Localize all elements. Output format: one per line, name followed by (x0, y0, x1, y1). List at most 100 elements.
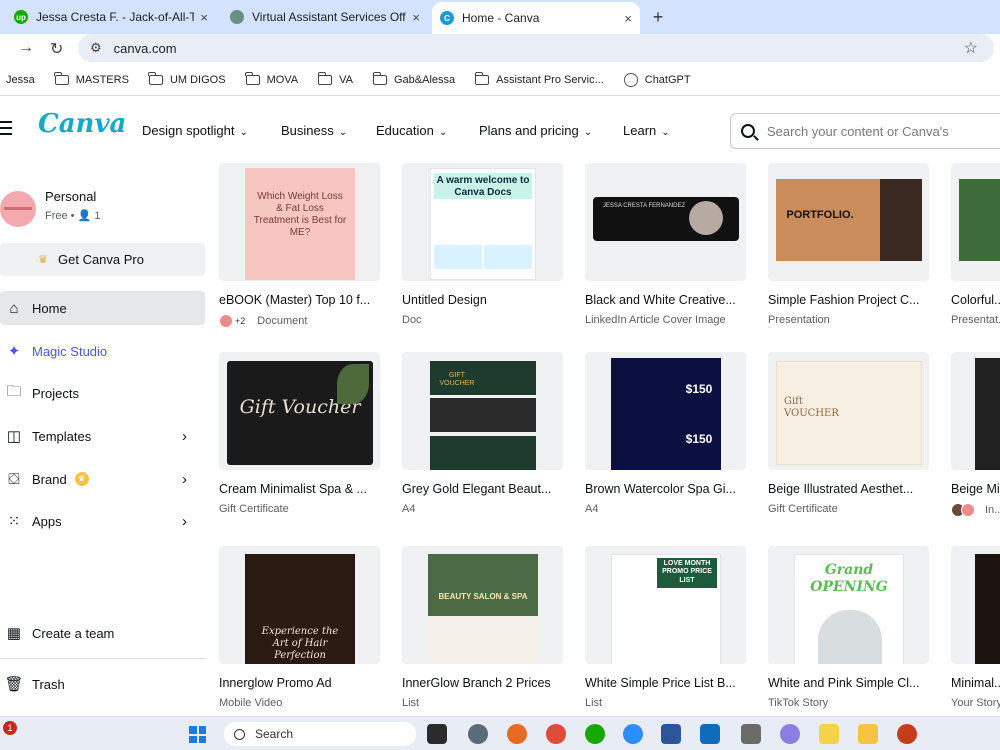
sidebar-item-create-team[interactable]: ▦ Create a team (0, 616, 205, 650)
chrome-icon[interactable] (546, 724, 566, 744)
powerpoint-icon[interactable] (897, 724, 917, 744)
bookmark-star-icon[interactable]: ☆ (964, 38, 978, 58)
design-title[interactable]: Innerglow Promo Ad (219, 676, 380, 690)
bookmark-mova[interactable]: MOVA (245, 71, 298, 86)
design-thumbnail[interactable]: A warm welcome to Canva Docs (402, 163, 563, 281)
design-thumbnail[interactable]: Experience the Art of Hair Perfection (219, 546, 380, 664)
sticky-notes-icon[interactable] (819, 724, 839, 744)
bookmark-jessa[interactable]: Jessa (6, 74, 35, 86)
sidebar-item-projects[interactable]: 🗀 Projects (0, 376, 205, 410)
menu-icon[interactable] (0, 121, 12, 139)
design-title[interactable]: Cream Minimalist Spa & ... (219, 482, 380, 496)
design-thumbnail[interactable]: Which Weight Loss & Fat Loss Treatment i… (219, 163, 380, 281)
design-thumbnail[interactable]: $150 $150 (585, 352, 746, 470)
design-card[interactable]: Experience the Art of Hair Perfection In… (219, 546, 380, 709)
design-card[interactable]: PORTFOLIO. Simple Fashion Project C... P… (768, 163, 929, 326)
design-card[interactable]: Minimal... Your Story (951, 546, 1000, 709)
new-tab-button[interactable]: + (648, 0, 668, 34)
design-card[interactable]: BEAUTY SALON & SPA InnerGlow Branch 2 Pr… (402, 546, 563, 709)
nav-design-spotlight[interactable]: Design spotlight ⌄ (142, 123, 248, 138)
bookmark-masters[interactable]: MASTERS (54, 71, 129, 86)
nav-business[interactable]: Business ⌄ (281, 123, 347, 138)
task-view-icon[interactable] (427, 724, 447, 744)
design-thumbnail[interactable] (951, 352, 1000, 470)
design-card[interactable]: Beige Mi... In... (951, 352, 1000, 517)
bookmark-gab-alessa[interactable]: Gab&Alessa (372, 71, 455, 86)
outlook-icon[interactable] (700, 724, 720, 744)
nav-education[interactable]: Education ⌄ (376, 123, 447, 138)
design-card[interactable]: A warm welcome to Canva Docs Untitled De… (402, 163, 563, 326)
tab-canva-home[interactable]: C Home - Canva × (432, 2, 640, 34)
firefox-icon[interactable] (507, 724, 527, 744)
url-text[interactable]: canva.com (114, 41, 964, 56)
bookmark-um-digos[interactable]: UM DIGOS (148, 71, 226, 86)
settings-icon[interactable] (468, 724, 488, 744)
close-icon[interactable]: × (412, 10, 420, 25)
design-thumbnail[interactable]: BEAUTY SALON & SPA (402, 546, 563, 664)
copilot-icon[interactable] (780, 724, 800, 744)
address-bar[interactable]: ⚙ canva.com ☆ (78, 34, 994, 62)
search-input[interactable] (767, 123, 997, 139)
nav-learn[interactable]: Learn ⌄ (623, 123, 670, 138)
design-card[interactable]: Gift Voucher Cream Minimalist Spa & ... … (219, 352, 380, 515)
design-card[interactable]: $150 $150 Brown Watercolor Spa Gi... A4 (585, 352, 746, 515)
design-title[interactable]: eBOOK (Master) Top 10 f... (219, 293, 380, 307)
upwork-icon[interactable] (585, 724, 605, 744)
calculator-icon[interactable] (741, 724, 761, 744)
design-card[interactable]: LOVE MONTH PROMO PRICE LIST White Simple… (585, 546, 746, 709)
get-canva-pro-button[interactable]: ♛ Get Canva Pro (0, 243, 205, 276)
tab-va-services[interactable]: Virtual Assistant Services Offere × (222, 0, 428, 34)
design-thumbnail[interactable]: Gift VOUCHER (768, 352, 929, 470)
design-card[interactable]: Gift VOUCHER Beige Illustrated Aesthet..… (768, 352, 929, 515)
design-card[interactable]: JESSA CRESTA FERNANDEZ Black and White C… (585, 163, 746, 326)
bookmark-va[interactable]: VA (317, 71, 353, 86)
file-explorer-icon[interactable] (858, 724, 878, 744)
design-thumbnail[interactable] (951, 163, 1000, 281)
search-box[interactable] (730, 113, 1000, 149)
design-title[interactable]: White Simple Price List B... (585, 676, 746, 690)
avatar[interactable] (0, 191, 36, 227)
sidebar-item-home[interactable]: ⌂ Home (0, 291, 205, 325)
design-thumbnail[interactable] (951, 546, 1000, 664)
design-title[interactable]: Minimal... (951, 676, 1000, 690)
design-title[interactable]: Black and White Creative... (585, 293, 746, 307)
design-card[interactable]: Which Weight Loss & Fat Loss Treatment i… (219, 163, 380, 328)
forward-icon[interactable]: → (18, 39, 34, 57)
sidebar-item-apps[interactable]: ⁙ Apps › (0, 504, 205, 538)
sidebar-item-templates[interactable]: ◫ Templates › (0, 419, 205, 453)
nav-plans-pricing[interactable]: Plans and pricing ⌄ (479, 123, 592, 138)
account-switcher[interactable]: Personal Free • 👤 1 (0, 189, 210, 233)
reload-icon[interactable]: ↻ (50, 39, 63, 59)
sidebar-item-magic-studio[interactable]: ✦ Magic Studio (0, 334, 205, 368)
design-title[interactable]: Beige Mi... (951, 482, 1000, 496)
design-title[interactable]: Grey Gold Elegant Beaut... (402, 482, 563, 496)
design-title[interactable]: White and Pink Simple Cl... (768, 676, 929, 690)
windows-start-icon[interactable] (189, 726, 206, 743)
sidebar-item-brand[interactable]: ⛋ Brand ♛ › (0, 462, 205, 496)
design-title[interactable]: Untitled Design (402, 293, 563, 307)
design-title[interactable]: Brown Watercolor Spa Gi... (585, 482, 746, 496)
sidebar-item-trash[interactable]: 🗑 Trash (0, 667, 205, 701)
design-thumbnail[interactable]: JESSA CRESTA FERNANDEZ (585, 163, 746, 281)
design-title[interactable]: Colorful... (951, 293, 1000, 307)
zoom-icon[interactable] (623, 724, 643, 744)
design-thumbnail[interactable]: Grand OPENING (768, 546, 929, 664)
design-title[interactable]: Beige Illustrated Aesthet... (768, 482, 929, 496)
bookmark-chatgpt[interactable]: ChatGPT (623, 72, 691, 87)
canva-logo[interactable]: Canva (38, 109, 126, 139)
design-thumbnail[interactable]: Gift Voucher (219, 352, 380, 470)
close-icon[interactable]: × (200, 10, 208, 25)
design-thumbnail[interactable]: GIFT VOUCHER (402, 352, 563, 470)
site-settings-icon[interactable]: ⚙ (90, 40, 102, 56)
notification-badge[interactable]: 1 (3, 721, 17, 735)
design-thumbnail[interactable]: PORTFOLIO. (768, 163, 929, 281)
design-card[interactable]: Grand OPENING White and Pink Simple Cl..… (768, 546, 929, 709)
close-icon[interactable]: × (624, 11, 632, 26)
taskbar-search[interactable]: Search (224, 722, 416, 746)
tab-upwork[interactable]: up Jessa Cresta F. - Jack-of-All-Trad × (6, 0, 216, 34)
design-card[interactable]: Colorful... Presentat... (951, 163, 1000, 326)
word-icon[interactable] (661, 724, 681, 744)
design-title[interactable]: Simple Fashion Project C... (768, 293, 929, 307)
design-title[interactable]: InnerGlow Branch 2 Prices (402, 676, 563, 690)
design-thumbnail[interactable]: LOVE MONTH PROMO PRICE LIST (585, 546, 746, 664)
